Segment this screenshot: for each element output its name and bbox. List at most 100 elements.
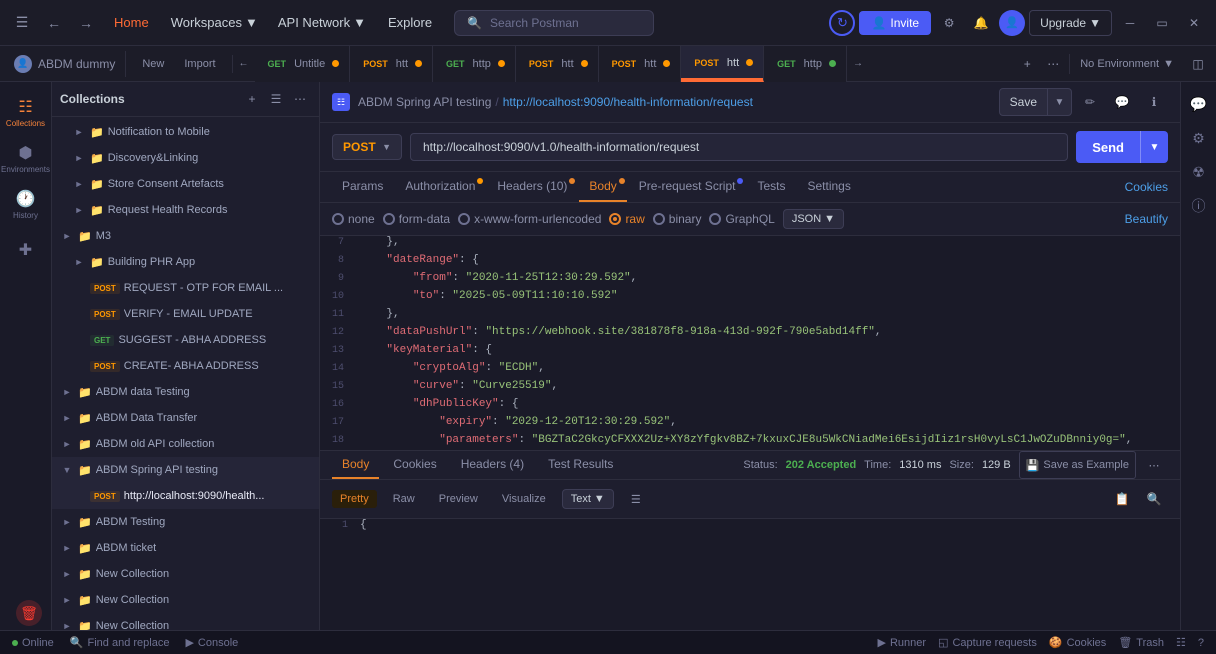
list-item[interactable]: ► 📁 Notification to Mobile	[52, 119, 319, 145]
resp-search-icon[interactable]: 🔍	[1140, 485, 1168, 513]
resp-copy-icon[interactable]: 📋	[1108, 485, 1136, 513]
tab-post-htt-active[interactable]: POST htt	[681, 46, 764, 82]
tab-post-htt-3[interactable]: POST htt	[599, 46, 682, 82]
list-item[interactable]: ► 📁 New Collection	[52, 613, 319, 630]
save-dropdown-icon[interactable]: ▼	[1047, 89, 1071, 115]
workspaces-menu[interactable]: Workspaces ▼	[163, 11, 266, 34]
resp-tab-cookies[interactable]: Cookies	[383, 451, 446, 479]
list-item[interactable]: ► 📁 ABDM old API collection	[52, 431, 319, 457]
new-button[interactable]: New	[134, 55, 172, 73]
back-icon[interactable]: ←	[40, 9, 68, 37]
add-collection-icon[interactable]: +	[241, 88, 263, 110]
user-avatar[interactable]: 👤	[999, 10, 1025, 36]
list-item[interactable]: ► 📁 New Collection	[52, 561, 319, 587]
maximize-icon[interactable]: ▭	[1148, 9, 1176, 37]
tab-params[interactable]: Params	[332, 172, 393, 202]
json-type-selector[interactable]: JSON ▼	[783, 209, 844, 229]
resp-tab-test-results[interactable]: Test Results	[538, 451, 623, 479]
tab-post-htt-2[interactable]: POST htt	[516, 46, 599, 82]
notification-icon[interactable]: 🔔	[967, 9, 995, 37]
resp-more-icon[interactable]: ⋯	[1140, 451, 1168, 479]
tab-body[interactable]: Body	[579, 172, 626, 202]
right-panel-icon-3[interactable]: ☢	[1185, 158, 1213, 186]
sidebar-icon-environments[interactable]: ⬢ Environments	[4, 136, 48, 180]
list-item[interactable]: ► 📁 ABDM Data Transfer	[52, 405, 319, 431]
tab-tests[interactable]: Tests	[747, 172, 795, 202]
edit-icon[interactable]: ✏	[1076, 88, 1104, 116]
new-tab-icon[interactable]: +	[1015, 52, 1039, 76]
bootcamp-button[interactable]: ☷	[1172, 636, 1190, 649]
resp-visualize-button[interactable]: Visualize	[494, 490, 554, 508]
help-button[interactable]: ?	[1194, 636, 1208, 649]
console-button[interactable]: ▶ Console	[181, 636, 242, 649]
radio-graphql[interactable]: GraphQL	[709, 212, 774, 226]
list-item[interactable]: POST CREATE- ABHA ADDRESS	[52, 353, 319, 379]
list-item[interactable]: ► 📁 Discovery&Linking	[52, 145, 319, 171]
capture-button[interactable]: ◱ Capture requests	[934, 636, 1041, 649]
right-panel-icon-4[interactable]: ⓘ	[1185, 192, 1213, 220]
list-item-abdm-spring[interactable]: ▼ 📁 ABDM Spring API testing	[52, 457, 319, 483]
radio-form-data[interactable]: form-data	[383, 212, 450, 226]
tab-headers[interactable]: Headers (10)	[487, 172, 577, 202]
invite-button[interactable]: 👤 Invite	[859, 11, 931, 35]
minimize-icon[interactable]: ─	[1116, 9, 1144, 37]
cookies-button[interactable]: 🍪 Cookies	[1045, 636, 1110, 649]
online-status[interactable]: Online	[8, 637, 58, 649]
forward-icon[interactable]: →	[72, 9, 100, 37]
menu-icon[interactable]: ☰	[8, 9, 36, 37]
more-tabs-icon[interactable]: ⋯	[1041, 52, 1065, 76]
sidebar-icon-collections[interactable]: ☷ Collections	[4, 90, 48, 134]
runner-button[interactable]: ▶ Runner	[874, 636, 931, 649]
comment-icon[interactable]: 💬	[1108, 88, 1136, 116]
tab-get-http-2[interactable]: GET http	[764, 46, 847, 82]
trash-button[interactable]: 🗑 Trash	[1114, 636, 1168, 649]
list-item[interactable]: ► 📁 ABDM data Testing	[52, 379, 319, 405]
radio-none[interactable]: none	[332, 212, 375, 226]
right-panel-icon-2[interactable]: ⚙	[1185, 124, 1213, 152]
radio-binary[interactable]: binary	[653, 212, 702, 226]
tab-get-http[interactable]: GET http	[433, 46, 516, 82]
resp-preview-button[interactable]: Preview	[431, 490, 486, 508]
more-collections-icon[interactable]: ⋯	[289, 88, 311, 110]
info-icon[interactable]: ℹ	[1140, 88, 1168, 116]
response-format-selector[interactable]: Text ▼	[562, 489, 614, 509]
save-button[interactable]: Save	[1000, 90, 1047, 114]
list-item[interactable]: ► 📁 Store Consent Artefacts	[52, 171, 319, 197]
sync-icon[interactable]: ↻	[829, 10, 855, 36]
resp-raw-button[interactable]: Raw	[385, 490, 423, 508]
tab-settings[interactable]: Settings	[798, 172, 861, 202]
settings-icon[interactable]: ⚙	[935, 9, 963, 37]
list-item[interactable]: POST VERIFY - EMAIL UPDATE	[52, 301, 319, 327]
find-replace-button[interactable]: 🔍 Find and replace	[66, 636, 174, 649]
filter-icon[interactable]: ☰	[265, 88, 287, 110]
api-network-menu[interactable]: API Network ▼	[270, 11, 374, 34]
close-icon[interactable]: ✕	[1180, 9, 1208, 37]
radio-raw[interactable]: raw	[609, 212, 644, 226]
resp-tab-body[interactable]: Body	[332, 451, 379, 479]
url-input[interactable]	[410, 133, 1068, 161]
tab-post-htt-1[interactable]: POST htt	[350, 46, 433, 82]
resp-pretty-button[interactable]: Pretty	[332, 490, 377, 508]
sidebar-icon-other[interactable]: ✚	[4, 228, 48, 272]
explore-button[interactable]: Explore	[378, 11, 442, 34]
upgrade-button[interactable]: Upgrade ▼	[1029, 10, 1112, 36]
method-selector[interactable]: POST ▼	[332, 134, 402, 160]
list-item[interactable]: ► 📁 ABDM ticket	[52, 535, 319, 561]
layout-toggle-icon[interactable]: ◫	[1184, 50, 1212, 78]
search-bar[interactable]: 🔍 Search Postman	[454, 10, 654, 36]
list-item[interactable]: ► 📁 Request Health Records	[52, 197, 319, 223]
resp-tab-headers[interactable]: Headers (4)	[451, 451, 534, 479]
tabs-next-icon[interactable]: →	[847, 53, 869, 75]
list-item-active-request[interactable]: POST http://localhost:9090/health...	[52, 483, 319, 509]
list-item[interactable]: GET SUGGEST - ABHA ADDRESS	[52, 327, 319, 353]
tabs-prev-icon[interactable]: ←	[233, 53, 255, 75]
list-item[interactable]: ► 📁 M3	[52, 223, 319, 249]
tab-pre-request[interactable]: Pre-request Script	[629, 172, 746, 202]
list-item[interactable]: ► 📁 Building PHR App	[52, 249, 319, 275]
environment-selector[interactable]: No Environment ▼	[1069, 54, 1184, 74]
beautify-button[interactable]: Beautify	[1125, 212, 1168, 226]
list-item[interactable]: ► 📁 New Collection	[52, 587, 319, 613]
import-button[interactable]: Import	[176, 55, 223, 73]
right-panel-icon-1[interactable]: 💬	[1185, 90, 1213, 118]
list-item[interactable]: POST REQUEST - OTP FOR EMAIL ...	[52, 275, 319, 301]
